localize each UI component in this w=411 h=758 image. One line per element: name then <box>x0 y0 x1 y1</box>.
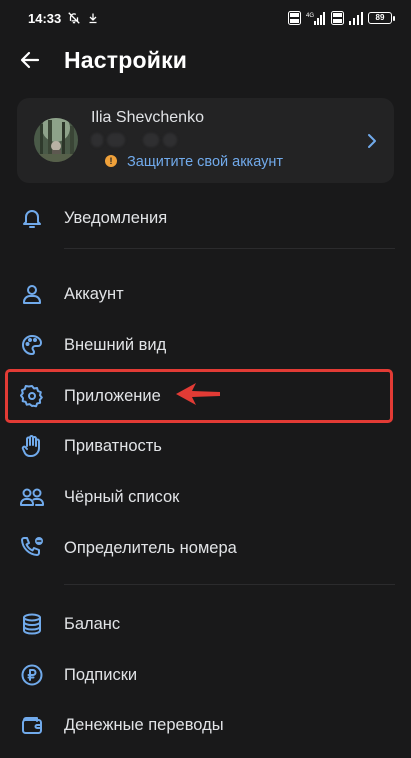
hand-icon <box>19 433 45 459</box>
profile-card[interactable]: Ilia Shevchenko ! Защитите свой аккаунт <box>17 98 394 183</box>
wallet-icon <box>19 712 45 738</box>
menu-label-transfers: Денежные переводы <box>64 715 224 734</box>
divider <box>64 584 395 585</box>
menu-item-transfers[interactable]: Денежные переводы <box>0 703 411 747</box>
menu-label-account: Аккаунт <box>64 284 124 303</box>
profile-name: Ilia Shevchenko <box>91 109 204 126</box>
status-bar: 14:33 4G 89 <box>0 0 411 36</box>
menu-item-account[interactable]: Аккаунт <box>0 272 411 316</box>
signal-4g-icon: 4G <box>306 11 326 25</box>
menu-label-blacklist: Чёрный список <box>64 487 180 506</box>
users-icon <box>19 484 45 510</box>
menu-item-appearance[interactable]: Внешний вид <box>0 323 411 367</box>
menu-label-balance: Баланс <box>64 614 121 633</box>
avatar <box>34 118 78 162</box>
divider <box>64 248 395 249</box>
menu-label-app: Приложение <box>64 386 161 405</box>
signal-icon <box>349 11 363 25</box>
annotation-arrow-icon <box>176 383 220 405</box>
app-header: Настройки <box>0 36 411 86</box>
battery-level: 89 <box>368 12 392 24</box>
bell-icon <box>19 205 45 231</box>
coins-icon <box>19 611 45 637</box>
protect-account-text: Защитите свой аккаунт <box>127 154 284 170</box>
user-icon <box>19 281 45 307</box>
profile-phone-redacted <box>91 133 177 149</box>
warning-icon: ! <box>105 155 117 167</box>
volte-icon <box>288 11 301 25</box>
ruble-icon <box>19 662 45 688</box>
battery-icon: 89 <box>368 12 395 24</box>
menu-label-appearance: Внешний вид <box>64 335 167 354</box>
page-title: Настройки <box>64 47 188 73</box>
menu-item-privacy[interactable]: Приватность <box>0 424 411 468</box>
menu-label-privacy: Приватность <box>64 436 162 455</box>
menu-item-caller-id[interactable]: Определитель номера <box>0 526 411 570</box>
back-button[interactable] <box>14 46 46 78</box>
palette-icon <box>19 332 45 358</box>
menu-label-caller-id: Определитель номера <box>64 538 237 557</box>
menu-item-subscriptions[interactable]: Подписки <box>0 653 411 697</box>
volte-icon-2 <box>331 11 344 25</box>
menu-label-subscriptions: Подписки <box>64 665 138 684</box>
mute-bell-icon <box>67 11 81 25</box>
status-time: 14:33 <box>28 10 62 26</box>
menu-label-notifications: Уведомления <box>64 208 168 227</box>
protect-account-link[interactable]: ! Защитите свой аккаунт <box>105 154 284 170</box>
phone-icon <box>19 535 45 561</box>
arrow-left-icon <box>18 48 42 77</box>
menu-item-notifications[interactable]: Уведомления <box>0 196 411 240</box>
chevron-right-icon <box>364 132 380 150</box>
svg-text:4G: 4G <box>306 13 314 19</box>
gear-icon <box>19 383 45 409</box>
menu-item-balance[interactable]: Баланс <box>0 602 411 646</box>
download-icon <box>87 12 99 24</box>
menu-item-blacklist[interactable]: Чёрный список <box>0 475 411 519</box>
